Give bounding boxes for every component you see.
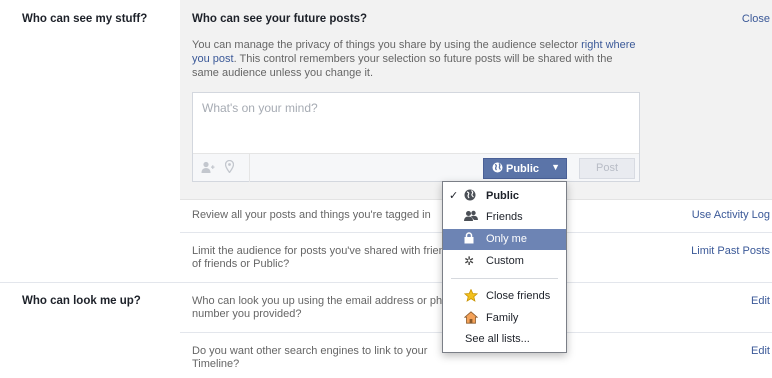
globe-icon: [464, 189, 476, 204]
use-activity-log-link[interactable]: Use Activity Log: [692, 209, 770, 221]
audience-dropdown-menu: ✓ Public Friends Only me ✲ Custom Close …: [442, 181, 567, 353]
menu-item-label: Friends: [486, 211, 523, 223]
menu-item-label: Public: [486, 190, 520, 202]
section-label-see-stuff: Who can see my stuff?: [22, 13, 148, 25]
search-engines-edit-link[interactable]: Edit: [751, 345, 770, 357]
menu-item-label: Only me: [486, 233, 527, 245]
post-button[interactable]: Post: [579, 158, 635, 179]
tag-friends-icon[interactable]: [201, 161, 215, 177]
gear-icon: ✲: [464, 254, 475, 268]
section-label-look-me-up: Who can look me up?: [22, 295, 141, 307]
lock-icon: [464, 232, 474, 247]
menu-item-friends[interactable]: Friends: [443, 207, 566, 228]
limit-past-posts-link[interactable]: Limit Past Posts: [691, 245, 770, 257]
status-composer[interactable]: What's on your mind? Public ▼ Post: [192, 92, 640, 182]
menu-item-label: Family: [486, 312, 519, 324]
email-lookup-edit-link[interactable]: Edit: [751, 295, 770, 307]
limit-past-posts-text: Limit the audience for posts you've shar…: [192, 245, 457, 270]
activity-log-text: Review all your posts and things you're …: [192, 209, 431, 221]
house-icon: [463, 311, 479, 327]
star-icon: [463, 288, 479, 305]
close-link[interactable]: Close: [742, 13, 770, 25]
future-posts-description: You can manage the privacy of things you…: [192, 39, 636, 79]
menu-item-close-friends[interactable]: Close friends: [443, 286, 566, 307]
composer-toolbar: Public ▼ Post: [193, 153, 639, 182]
future-posts-title: Who can see your future posts?: [192, 13, 368, 25]
audience-selector-button[interactable]: Public ▼: [483, 158, 567, 179]
check-icon: ✓: [449, 190, 459, 202]
email-lookup-text: Who can look you up using the email addr…: [192, 295, 461, 320]
globe-icon: [492, 162, 503, 175]
section-divider: [0, 282, 772, 283]
caret-down-icon: ▼: [551, 162, 560, 172]
menu-divider: [451, 278, 558, 279]
see-all-lists-link[interactable]: See all lists...: [465, 333, 530, 345]
friends-icon: [464, 210, 478, 225]
location-pin-icon[interactable]: [224, 159, 235, 176]
menu-item-family[interactable]: Family: [443, 308, 566, 329]
search-engines-text: Do you want other search engines to link…: [192, 345, 428, 370]
menu-item-label: Custom: [486, 255, 524, 267]
audience-selector-label: Public: [506, 163, 540, 175]
toolbar-divider: [249, 154, 250, 182]
menu-item-custom[interactable]: ✲ Custom: [443, 251, 566, 272]
menu-item-only-me[interactable]: Only me: [443, 229, 566, 250]
menu-item-label: Close friends: [486, 290, 551, 302]
status-input[interactable]: What's on your mind?: [202, 101, 318, 115]
menu-item-public[interactable]: ✓ Public: [443, 186, 566, 207]
